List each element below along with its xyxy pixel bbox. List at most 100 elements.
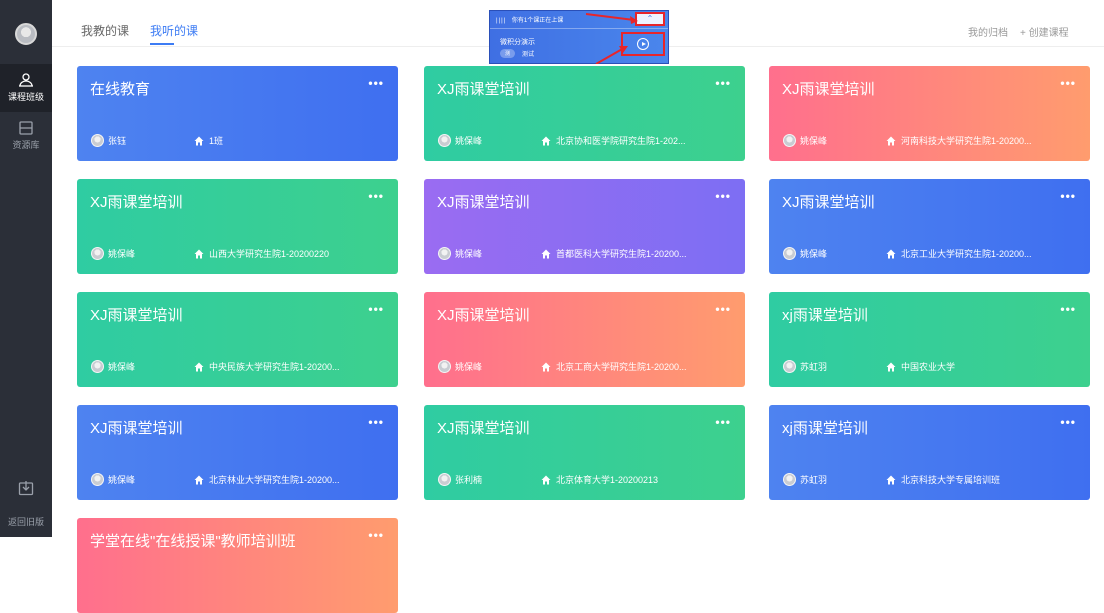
sidebar-item-label: 课程班级 [7,92,44,102]
course-card[interactable]: XJ雨课堂培训 ••• 姚保峰 首都医科大学研究生院1-20200... [424,179,745,274]
more-options-button[interactable]: ••• [715,302,731,316]
more-options-button[interactable]: ••• [1060,415,1076,429]
teacher-avatar [783,134,796,147]
teacher-name: 张利楠 [455,475,483,485]
more-options-button[interactable]: ••• [715,415,731,429]
create-course-button[interactable]: + 创建课程 [1020,24,1069,39]
class-info: 北京工业大学研究生院1-20200... [886,247,1032,260]
teacher-avatar [438,134,451,147]
class-name: 北京工业大学研究生院1-20200... [901,249,1032,259]
more-options-button[interactable]: ••• [1060,302,1076,316]
course-title: XJ雨课堂培训 [437,194,530,211]
tab-attending[interactable]: 我听的课 [150,22,198,39]
teacher-info: 张钰 [91,134,126,147]
class-info: 北京工商大学研究生院1-20200... [541,360,687,373]
home-icon [886,249,896,258]
library-icon [19,121,33,135]
sidebar: 课程班级 资源库 返回旧版 [0,0,52,537]
course-card[interactable]: XJ雨课堂培训 ••• 姚保峰 北京协和医学院研究生院1-202... [424,66,745,161]
teacher-info: 姚保峰 [91,473,135,486]
annotation-arrows [586,13,638,64]
course-title: XJ雨课堂培训 [90,194,183,211]
teacher-name: 苏虹羽 [800,362,828,372]
home-icon [541,136,551,145]
sidebar-item-courses[interactable]: 课程班级 [0,64,52,112]
teacher-info: 姚保峰 [438,247,482,260]
teacher-name: 姚保峰 [455,249,483,259]
teacher-info: 姚保峰 [438,134,482,147]
teacher-name: 姚保峰 [108,475,136,485]
teacher-name: 张钰 [108,136,127,146]
class-name: 山西大学研究生院1-20200220 [209,249,330,259]
active-tab-indicator [150,43,174,45]
course-title: 在线教育 [90,81,151,98]
class-name: 北京林业大学研究生院1-20200... [209,475,340,485]
course-card[interactable]: xj雨课堂培训 ••• 苏虹羽 中国农业大学 [769,292,1090,387]
class-info: 1班 [194,134,223,147]
class-badge: 测 [500,49,516,58]
course-title: XJ雨课堂培训 [437,307,530,324]
course-card[interactable]: XJ雨课堂培训 ••• 姚保峰 北京工业大学研究生院1-20200... [769,179,1090,274]
class-info: 北京协和医学院研究生院1-202... [541,134,686,147]
course-card[interactable]: XJ雨课堂培训 ••• 张利楠 北京体育大学1-20200213 [424,405,745,500]
course-card[interactable]: XJ雨课堂培训 ••• 姚保峰 北京林业大学研究生院1-20200... [77,405,398,500]
more-options-button[interactable]: ••• [368,76,384,90]
home-icon [886,136,896,145]
teacher-avatar [91,360,104,373]
course-card[interactable]: XJ雨课堂培训 ••• 姚保峰 山西大学研究生院1-20200220 [77,179,398,274]
teacher-name: 姚保峰 [800,249,828,259]
course-card[interactable]: XJ雨课堂培训 ••• 姚保峰 北京工商大学研究生院1-20200... [424,292,745,387]
live-class-notice: |||| 你有1个课正在上课 ⌃ 微积分演示 测 测试 [489,10,669,64]
more-options-button[interactable]: ••• [715,76,731,90]
more-options-button[interactable]: ••• [715,189,731,203]
teacher-info: 苏虹羽 [783,473,827,486]
teacher-name: 姚保峰 [800,136,828,146]
more-options-button[interactable]: ••• [1060,189,1076,203]
class-info: 河南科技大学研究生院1-20200... [886,134,1032,147]
class-info: 中国农业大学 [886,360,955,373]
teacher-avatar [783,247,796,260]
teacher-name: 姚保峰 [455,136,483,146]
teacher-avatar [91,247,104,260]
chevron-up-icon: ⌃ [646,14,654,23]
live-course-title: 微积分演示 [500,39,535,46]
course-card[interactable]: xj雨课堂培训 ••• 苏虹羽 北京科技大学专属培训班 [769,405,1090,500]
course-card[interactable]: 学堂在线"在线授课"教师培训班 ••• [77,518,398,613]
class-name: 首都医科大学研究生院1-20200... [556,249,687,259]
sidebar-item-resources[interactable]: 资源库 [0,112,52,160]
teacher-info: 姚保峰 [91,247,135,260]
class-info: 北京科技大学专属培训班 [886,473,1000,486]
more-options-button[interactable]: ••• [1060,76,1076,90]
course-card[interactable]: XJ雨课堂培训 ••• 姚保峰 中央民族大学研究生院1-20200... [77,292,398,387]
archive-link[interactable]: 我的归档 [968,24,1008,39]
back-to-old-version-link[interactable]: 返回旧版 [0,515,52,528]
more-options-button[interactable]: ••• [368,415,384,429]
course-card[interactable]: XJ雨课堂培训 ••• 姚保峰 河南科技大学研究生院1-20200... [769,66,1090,161]
tab-teaching[interactable]: 我教的课 [81,22,129,39]
home-icon [194,475,204,484]
course-title: XJ雨课堂培训 [90,307,183,324]
course-title: XJ雨课堂培训 [782,194,875,211]
more-options-button[interactable]: ••• [368,189,384,203]
course-card[interactable]: 在线教育 ••• 张钰 1班 [77,66,398,161]
signal-icon: |||| [496,18,507,24]
avatar[interactable] [15,23,37,45]
teacher-info: 苏虹羽 [783,360,827,373]
course-title: XJ雨课堂培训 [437,420,530,437]
class-name: 北京科技大学专属培训班 [901,475,1001,485]
class-name: 中国农业大学 [901,362,956,372]
course-title: 学堂在线"在线授课"教师培训班 [90,533,296,550]
teacher-avatar [783,360,796,373]
more-options-button[interactable]: ••• [368,528,384,542]
download-icon[interactable] [18,480,34,496]
class-name: 北京工商大学研究生院1-20200... [556,362,687,372]
home-icon [541,475,551,484]
more-options-button[interactable]: ••• [368,302,384,316]
class-name: 河南科技大学研究生院1-20200... [901,136,1032,146]
home-icon [541,249,551,258]
course-title: XJ雨课堂培训 [437,81,530,98]
sidebar-item-label: 资源库 [12,140,40,150]
course-title: XJ雨课堂培训 [782,81,875,98]
class-name: 中央民族大学研究生院1-20200... [209,362,340,372]
class-info: 北京林业大学研究生院1-20200... [194,473,340,486]
